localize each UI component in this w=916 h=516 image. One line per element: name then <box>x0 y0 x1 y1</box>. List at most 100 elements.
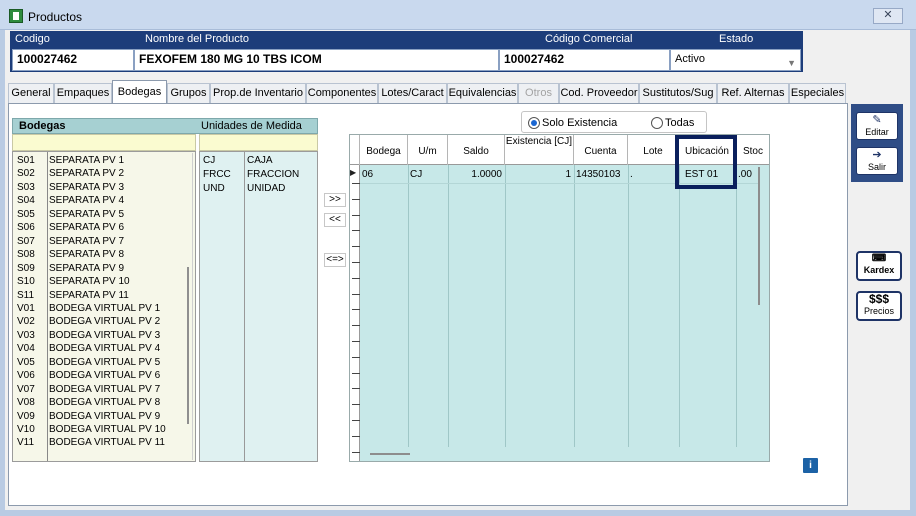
bodega-code: S02 <box>17 168 35 180</box>
row-tick <box>352 198 360 200</box>
bodega-code: V04 <box>17 343 35 355</box>
cell-cuenta[interactable]: 14350103 <box>576 167 621 182</box>
bodega-name: BODEGA VIRTUAL PV 5 <box>49 356 161 368</box>
col-saldo-label: Saldo <box>463 146 489 157</box>
unidades-filter-row[interactable] <box>199 134 318 151</box>
cell-existencia[interactable]: 1 <box>505 167 571 182</box>
solo-existencia-radio[interactable] <box>528 117 540 129</box>
tab-general[interactable]: General <box>8 83 54 103</box>
col-lote[interactable]: Lote <box>628 135 679 165</box>
tab-lotes-caract[interactable]: Lotes/Caract <box>378 83 447 103</box>
list-item[interactable]: S10 SEPARATA PV 10 <box>13 275 185 288</box>
list-item[interactable]: S03 SEPARATA PV 3 <box>13 181 185 194</box>
info-icon[interactable]: i <box>803 458 818 473</box>
tab-empaques[interactable]: Empaques <box>54 83 112 103</box>
row-tick <box>352 341 360 342</box>
swap-button[interactable]: <=> <box>324 253 346 267</box>
list-item[interactable]: S08 SEPARATA PV 8 <box>13 248 185 261</box>
bodegas-list[interactable]: S01 SEPARATA PV 1 S02 SEPARATA PV 2 S03 SEPAR… <box>12 151 196 462</box>
bodega-code: S09 <box>17 262 35 274</box>
comercial-field[interactable]: 100027462 <box>499 49 670 71</box>
cell-um[interactable]: CJ <box>410 167 422 182</box>
tab-especiales[interactable]: Especiales <box>789 83 846 103</box>
grid-horizontal-scrollbar[interactable] <box>370 453 410 455</box>
bodega-name: SEPARATA PV 2 <box>49 168 125 180</box>
list-item[interactable]: V06 BODEGA VIRTUAL PV 6 <box>13 369 185 382</box>
tab-grupos[interactable]: Grupos <box>167 83 210 103</box>
col-um[interactable]: U/m <box>408 135 448 165</box>
todas-radio[interactable] <box>651 117 663 129</box>
tab-ref-alternas[interactable]: Ref. Alternas <box>717 83 789 103</box>
editar-button[interactable]: ✎ Editar <box>856 112 898 140</box>
tab-sustitutos[interactable]: Sustitutos/Sug <box>639 83 717 103</box>
list-item[interactable]: S09 SEPARATA PV 9 <box>13 262 185 275</box>
tab-componentes[interactable]: Componentes <box>306 83 378 103</box>
estado-select[interactable]: Activo ▼ <box>670 49 801 71</box>
col-existencia[interactable]: Existencia [CJ] <box>505 135 574 165</box>
current-row-icon: ▶ <box>350 168 357 177</box>
bodega-code: S05 <box>17 208 35 220</box>
nombre-field[interactable]: FEXOFEM 180 MG 10 TBS ICOM <box>134 49 499 71</box>
bodega-code: S11 <box>17 289 35 301</box>
codigo-label: Codigo <box>15 33 50 45</box>
salir-button[interactable]: ➔ Salir <box>856 147 898 175</box>
list-item[interactable]: V08 BODEGA VIRTUAL PV 8 <box>13 396 185 409</box>
col-saldo[interactable]: Saldo <box>448 135 505 165</box>
tab-cod-proveedor[interactable]: Cod. Proveedor <box>559 83 639 103</box>
bodega-code: V03 <box>17 329 35 341</box>
list-item[interactable]: V03 BODEGA VIRTUAL PV 3 <box>13 329 185 342</box>
col-cuenta[interactable]: Cuenta <box>574 135 628 165</box>
col-cuenta-label: Cuenta <box>584 146 617 157</box>
bodega-name: SEPARATA PV 1 <box>49 155 125 166</box>
list-item[interactable]: S02 SEPARATA PV 2 <box>13 167 185 180</box>
list-item[interactable]: V04 BODEGA VIRTUAL PV 4 <box>13 342 185 355</box>
list-item[interactable]: S06 SEPARATA PV 6 <box>13 221 185 234</box>
cell-saldo[interactable]: 1.0000 <box>448 167 502 182</box>
list-item[interactable]: V11 BODEGA VIRTUAL PV 11 <box>13 436 185 449</box>
list-item[interactable]: S04 SEPARATA PV 4 <box>13 194 185 207</box>
list-item[interactable]: S07 SEPARATA PV 7 <box>13 235 185 248</box>
list-item[interactable]: V09 BODEGA VIRTUAL PV 9 <box>13 410 185 423</box>
col-bodega[interactable]: Bodega <box>360 135 408 165</box>
close-button[interactable]: ✕ <box>873 8 903 24</box>
tab-prop-inventario[interactable]: Prop.de Inventario <box>210 83 306 103</box>
list-item[interactable]: V05 BODEGA VIRTUAL PV 5 <box>13 356 185 369</box>
ubicacion-highlight-box <box>675 135 737 189</box>
tab-bodegas[interactable]: Bodegas <box>112 80 167 103</box>
tab-equivalencias[interactable]: Equivalencias <box>447 83 518 103</box>
cell-lote[interactable]: . <box>630 167 633 182</box>
bodega-code: V07 <box>17 383 35 395</box>
bodega-name: BODEGA VIRTUAL PV 9 <box>49 410 161 422</box>
cell-bodega[interactable]: 06 <box>362 167 373 182</box>
list-item[interactable]: V07 BODEGA VIRTUAL PV 7 <box>13 383 185 396</box>
scrollbar-thumb[interactable] <box>187 267 189 424</box>
cell-stock[interactable]: .00 <box>738 167 752 182</box>
list-item[interactable]: S05 SEPARATA PV 5 <box>13 208 185 221</box>
bodegas-filter-row[interactable] <box>12 134 196 151</box>
unidades-title: Unidades de Medida <box>201 120 302 132</box>
bodegas-grid-header: Bodegas Unidades de Medida <box>12 118 318 134</box>
move-right-button[interactable]: >> <box>324 193 346 207</box>
precios-button[interactable]: $$$ Precios <box>856 291 902 321</box>
kardex-button[interactable]: ⌨ Kardex <box>856 251 902 281</box>
list-item[interactable]: V10 BODEGA VIRTUAL PV 10 <box>13 423 185 436</box>
list-item[interactable]: UND UNIDAD <box>200 182 315 195</box>
unidades-list[interactable]: CJ CAJA FRCC FRACCION UND UNIDAD <box>199 151 318 462</box>
list-item[interactable]: V02 BODEGA VIRTUAL PV 2 <box>13 315 185 328</box>
row-gutter <box>350 165 360 461</box>
list-item[interactable]: CJ CAJA <box>200 154 315 167</box>
bodega-code: S08 <box>17 249 35 261</box>
codigo-field[interactable]: 100027462 <box>12 49 134 71</box>
exit-icon: ➔ <box>872 149 882 161</box>
list-item[interactable]: FRCC FRACCION <box>200 168 315 181</box>
bodega-name: SEPARATA PV 11 <box>49 289 129 301</box>
bodega-name: SEPARATA PV 6 <box>49 222 125 234</box>
list-item[interactable]: V01 BODEGA VIRTUAL PV 1 <box>13 302 185 315</box>
unidad-name: FRACCION <box>247 169 300 180</box>
grid-vertical-scrollbar[interactable] <box>758 167 760 305</box>
col-stock[interactable]: Stoc <box>736 135 769 165</box>
move-left-button[interactable]: << <box>324 213 346 227</box>
col-lote-label: Lote <box>643 146 663 157</box>
list-item[interactable]: S01 SEPARATA PV 1 <box>13 154 185 167</box>
list-item[interactable]: S11 SEPARATA PV 11 <box>13 289 185 302</box>
